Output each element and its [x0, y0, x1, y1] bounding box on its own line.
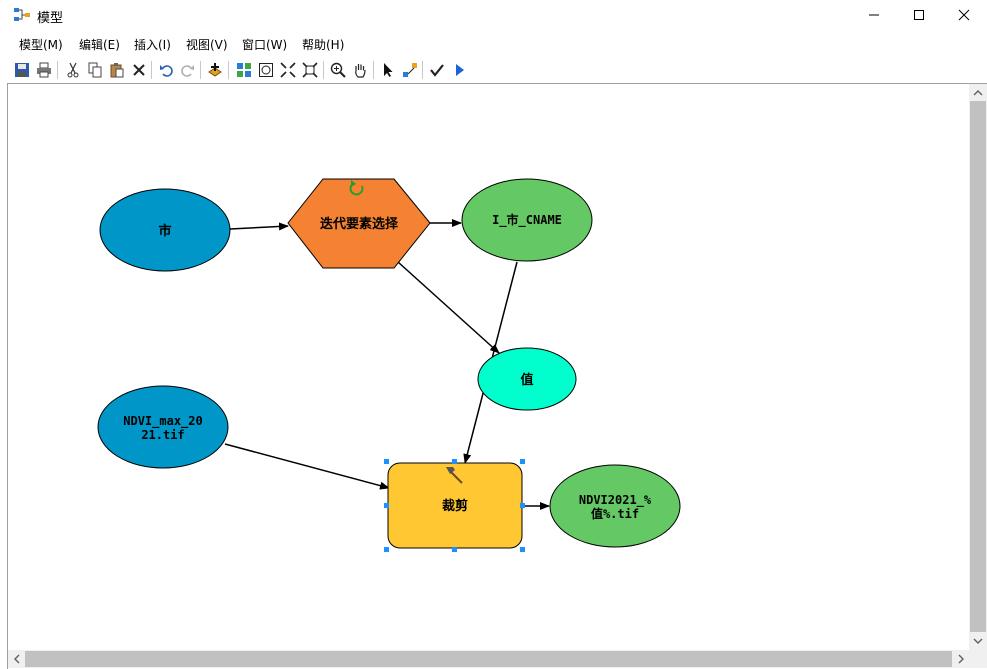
model-diagram: 市 迭代要素选择 I_市_CNAME 值 NDVI_max_20 21.tif …: [97, 178, 681, 552]
input-node-ndvi[interactable]: NDVI_max_20 21.tif: [97, 385, 229, 469]
variable-node-cname[interactable]: I_市_CNAME: [461, 178, 593, 262]
iterator-node[interactable]: 迭代要素选择: [287, 178, 431, 269]
output-node[interactable]: NDVI2021_% 值%.tif: [549, 464, 681, 548]
tool-node-clip[interactable]: 裁剪: [384, 459, 525, 552]
node-label: 市: [158, 223, 171, 239]
scroll-down-icon[interactable]: [970, 633, 986, 649]
scrollbar-corner: [969, 650, 987, 668]
node-label-line2: 值%.tif: [591, 506, 639, 521]
node-label-line2: 21.tif: [141, 428, 184, 442]
selection-handle[interactable]: [520, 503, 525, 508]
variable-node-value[interactable]: 值: [477, 347, 577, 411]
node-label-line1: NDVI2021_%: [579, 493, 652, 508]
input-node-shi[interactable]: 市: [99, 188, 231, 272]
selection-handle[interactable]: [384, 459, 389, 464]
node-label: 迭代要素选择: [320, 216, 399, 232]
scroll-up-icon[interactable]: [970, 85, 986, 101]
node-label: 裁剪: [442, 498, 468, 514]
vertical-scroll-thumb[interactable]: [970, 101, 986, 632]
selection-handle[interactable]: [384, 547, 389, 552]
connector-shi-iterate[interactable]: [229, 222, 289, 231]
horizontal-scroll-thumb[interactable]: [25, 651, 952, 667]
node-label-line1: NDVI_max_20: [123, 414, 202, 429]
selection-handle[interactable]: [452, 459, 457, 464]
node-label: I_市_CNAME: [492, 212, 562, 228]
scroll-right-icon[interactable]: [953, 651, 969, 667]
selection-handle[interactable]: [384, 503, 389, 508]
node-label: 值: [520, 372, 533, 388]
selection-handle[interactable]: [452, 547, 457, 552]
connector-iterate-value[interactable]: [397, 261, 500, 354]
connector-ndvi-clip[interactable]: [224, 443, 390, 490]
scroll-left-icon[interactable]: [9, 651, 25, 667]
selection-handle[interactable]: [520, 547, 525, 552]
selection-handle[interactable]: [520, 459, 525, 464]
